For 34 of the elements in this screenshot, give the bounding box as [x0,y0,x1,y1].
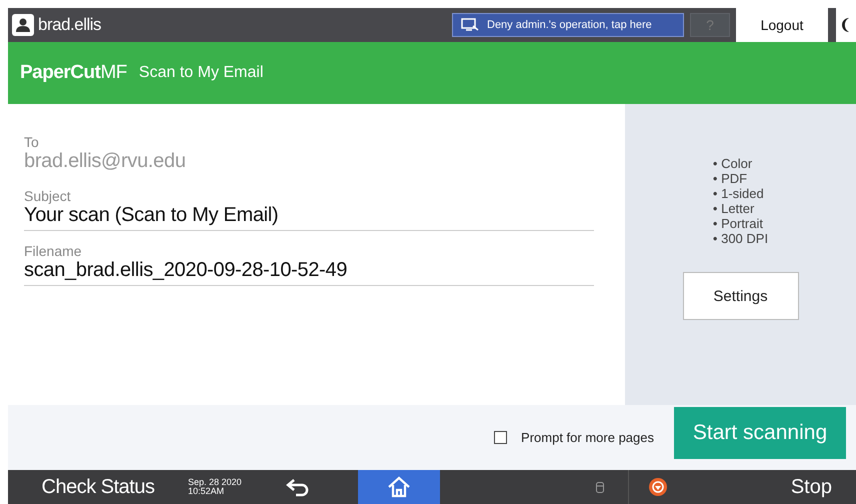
home-button[interactable] [358,470,440,504]
setting-summary-item: • 300 DPI [712,231,768,246]
setting-summary-item: • Color [712,156,754,171]
checkbox[interactable] [494,431,508,444]
home-icon [387,476,411,498]
logout-button[interactable]: Logout [736,8,828,42]
screen-icon [461,18,479,32]
settings-button[interactable]: Settings [682,272,798,320]
brand-logo: PaperCutMF [20,62,127,84]
user-name: brad.ellis [38,15,102,35]
setting-summary-item: • Portrait [712,216,764,231]
setting-summary-item: • Letter [712,201,756,216]
deny-admin-button[interactable]: Deny admin.'s operation, tap here [452,13,684,37]
stop-button[interactable]: Stop [790,476,832,498]
moon-icon [841,17,851,33]
storage-icon [596,482,604,492]
back-icon[interactable] [286,477,310,497]
text-field[interactable]: Filename scan_brad.ellis_2020-09-28-10-52-49 [24,243,594,286]
field-label: Filename [24,243,83,259]
page-title: Scan to My Email [138,64,264,82]
user-icon [12,14,34,36]
field-label: To [24,134,40,150]
setting-summary-item: • 1-sided [712,186,765,201]
field-value: Your scan (Scan to My Email) [24,204,280,227]
setting-summary-item: • PDF [712,171,748,186]
field-label: Subject [24,188,72,204]
checkbox-label: Prompt for more pages [521,430,654,445]
time-text: 10:52AM [188,487,226,496]
check-status-button[interactable]: Check Status [8,476,188,498]
field-value: brad.ellis@rvu.edu [24,150,187,173]
stop-icon[interactable] [649,478,667,496]
field-value: scan_brad.ellis_2020-09-28-10-52-49 [24,259,348,282]
date-text: Sep. 28 2020 [188,478,243,487]
text-field[interactable]: Subject Your scan (Scan to My Email) [24,188,594,231]
